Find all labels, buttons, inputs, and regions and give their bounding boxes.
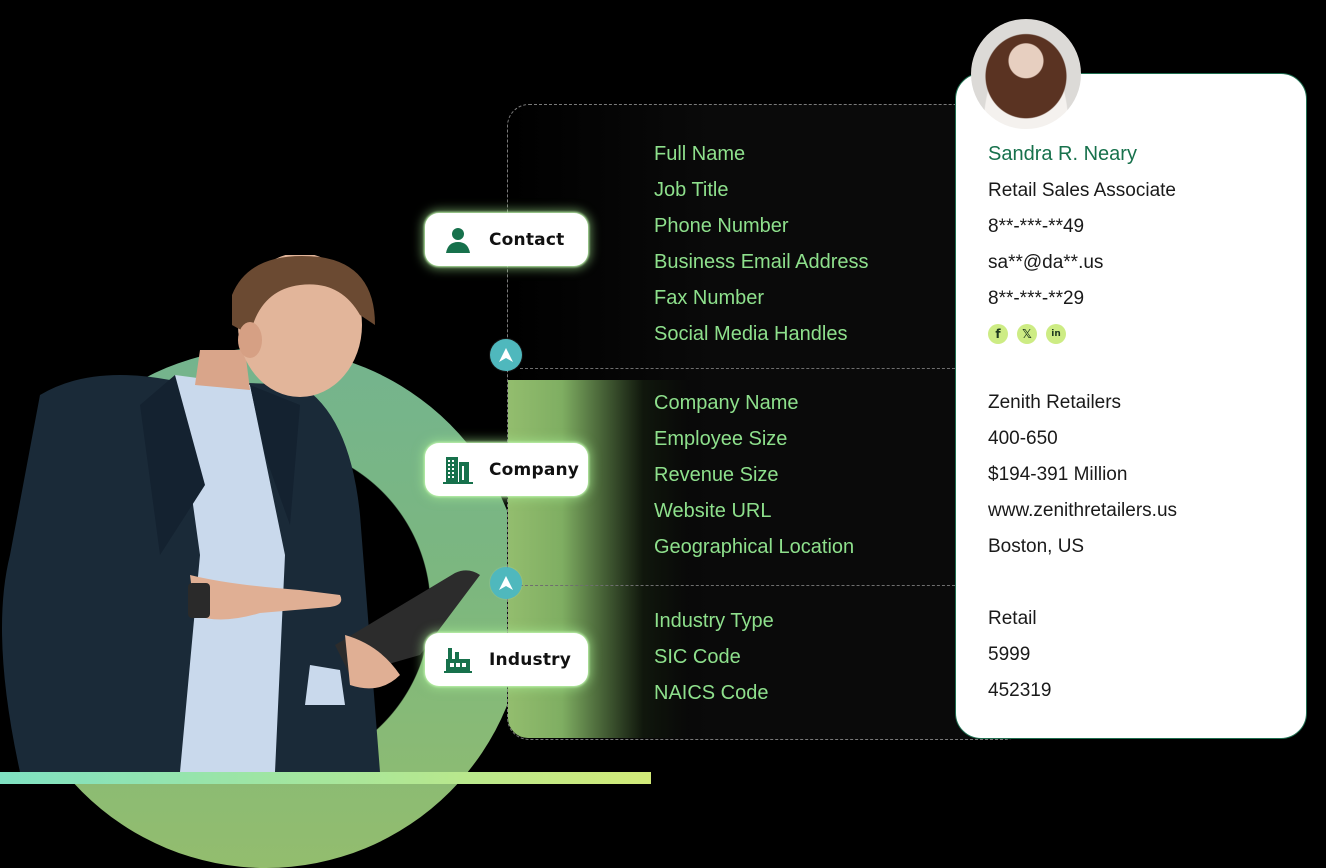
profile-avatar: [971, 19, 1081, 129]
collapse-contact-button[interactable]: [490, 339, 522, 371]
field-label-fax-number: Fax Number: [654, 287, 765, 309]
category-industry-button[interactable]: Industry: [425, 633, 588, 686]
field-label-website-url: Website URL: [654, 500, 772, 522]
person-icon: [443, 225, 473, 255]
profile-industry-type: Retail: [988, 608, 1037, 629]
category-industry-label: Industry: [489, 649, 572, 670]
profile-name: Sandra R. Neary: [988, 143, 1137, 165]
field-label-naics-code: NAICS Code: [654, 682, 769, 704]
field-label-full-name: Full Name: [654, 143, 746, 165]
bottom-accent-bar: [0, 772, 651, 784]
field-label-job-title: Job Title: [654, 179, 729, 201]
field-label-phone-number: Phone Number: [654, 215, 789, 237]
arrow-up-icon: [499, 348, 513, 362]
arrow-up-icon: [499, 576, 513, 590]
category-company-button[interactable]: Company: [425, 443, 588, 496]
linkedin-icon[interactable]: in: [1046, 324, 1066, 344]
facebook-icon[interactable]: f: [988, 324, 1008, 344]
section-divider-contact-company: [520, 368, 960, 369]
field-label-business-email: Business Email Address: [654, 251, 869, 273]
businessman-with-tablet-image: [2, 255, 480, 772]
factory-icon: [443, 645, 473, 675]
profile-job-title: Retail Sales Associate: [988, 180, 1176, 201]
field-label-location: Geographical Location: [654, 536, 855, 558]
section-divider-company-industry: [520, 585, 960, 586]
profile-company-name: Zenith Retailers: [988, 392, 1122, 413]
field-label-industry-type: Industry Type: [654, 610, 774, 632]
x-twitter-icon[interactable]: 𝕏: [1017, 324, 1037, 344]
category-contact-label: Contact: [489, 229, 565, 250]
profile-naics-code: 452319: [988, 680, 1052, 701]
social-links: f 𝕏 in: [988, 324, 1066, 344]
field-label-social-media: Social Media Handles: [654, 323, 848, 345]
collapse-company-button[interactable]: [490, 567, 522, 599]
profile-revenue-size: $194-391 Million: [988, 464, 1128, 485]
profile-fax: 8**-***-**29: [988, 288, 1085, 309]
field-label-revenue-size: Revenue Size: [654, 464, 779, 486]
profile-location: Boston, US: [988, 536, 1085, 557]
building-icon: [443, 455, 473, 485]
field-label-sic-code: SIC Code: [654, 646, 741, 668]
field-label-company-name: Company Name: [654, 392, 799, 414]
category-contact-button[interactable]: Contact: [425, 213, 588, 266]
category-company-label: Company: [489, 459, 580, 480]
profile-employee-size: 400-650: [988, 428, 1058, 449]
profile-email: sa**@da**.us: [988, 252, 1104, 273]
field-label-employee-size: Employee Size: [654, 428, 788, 450]
profile-website: www.zenithretailers.us: [988, 500, 1178, 521]
profile-sic-code: 5999: [988, 644, 1031, 665]
profile-phone: 8**-***-**49: [988, 216, 1085, 237]
